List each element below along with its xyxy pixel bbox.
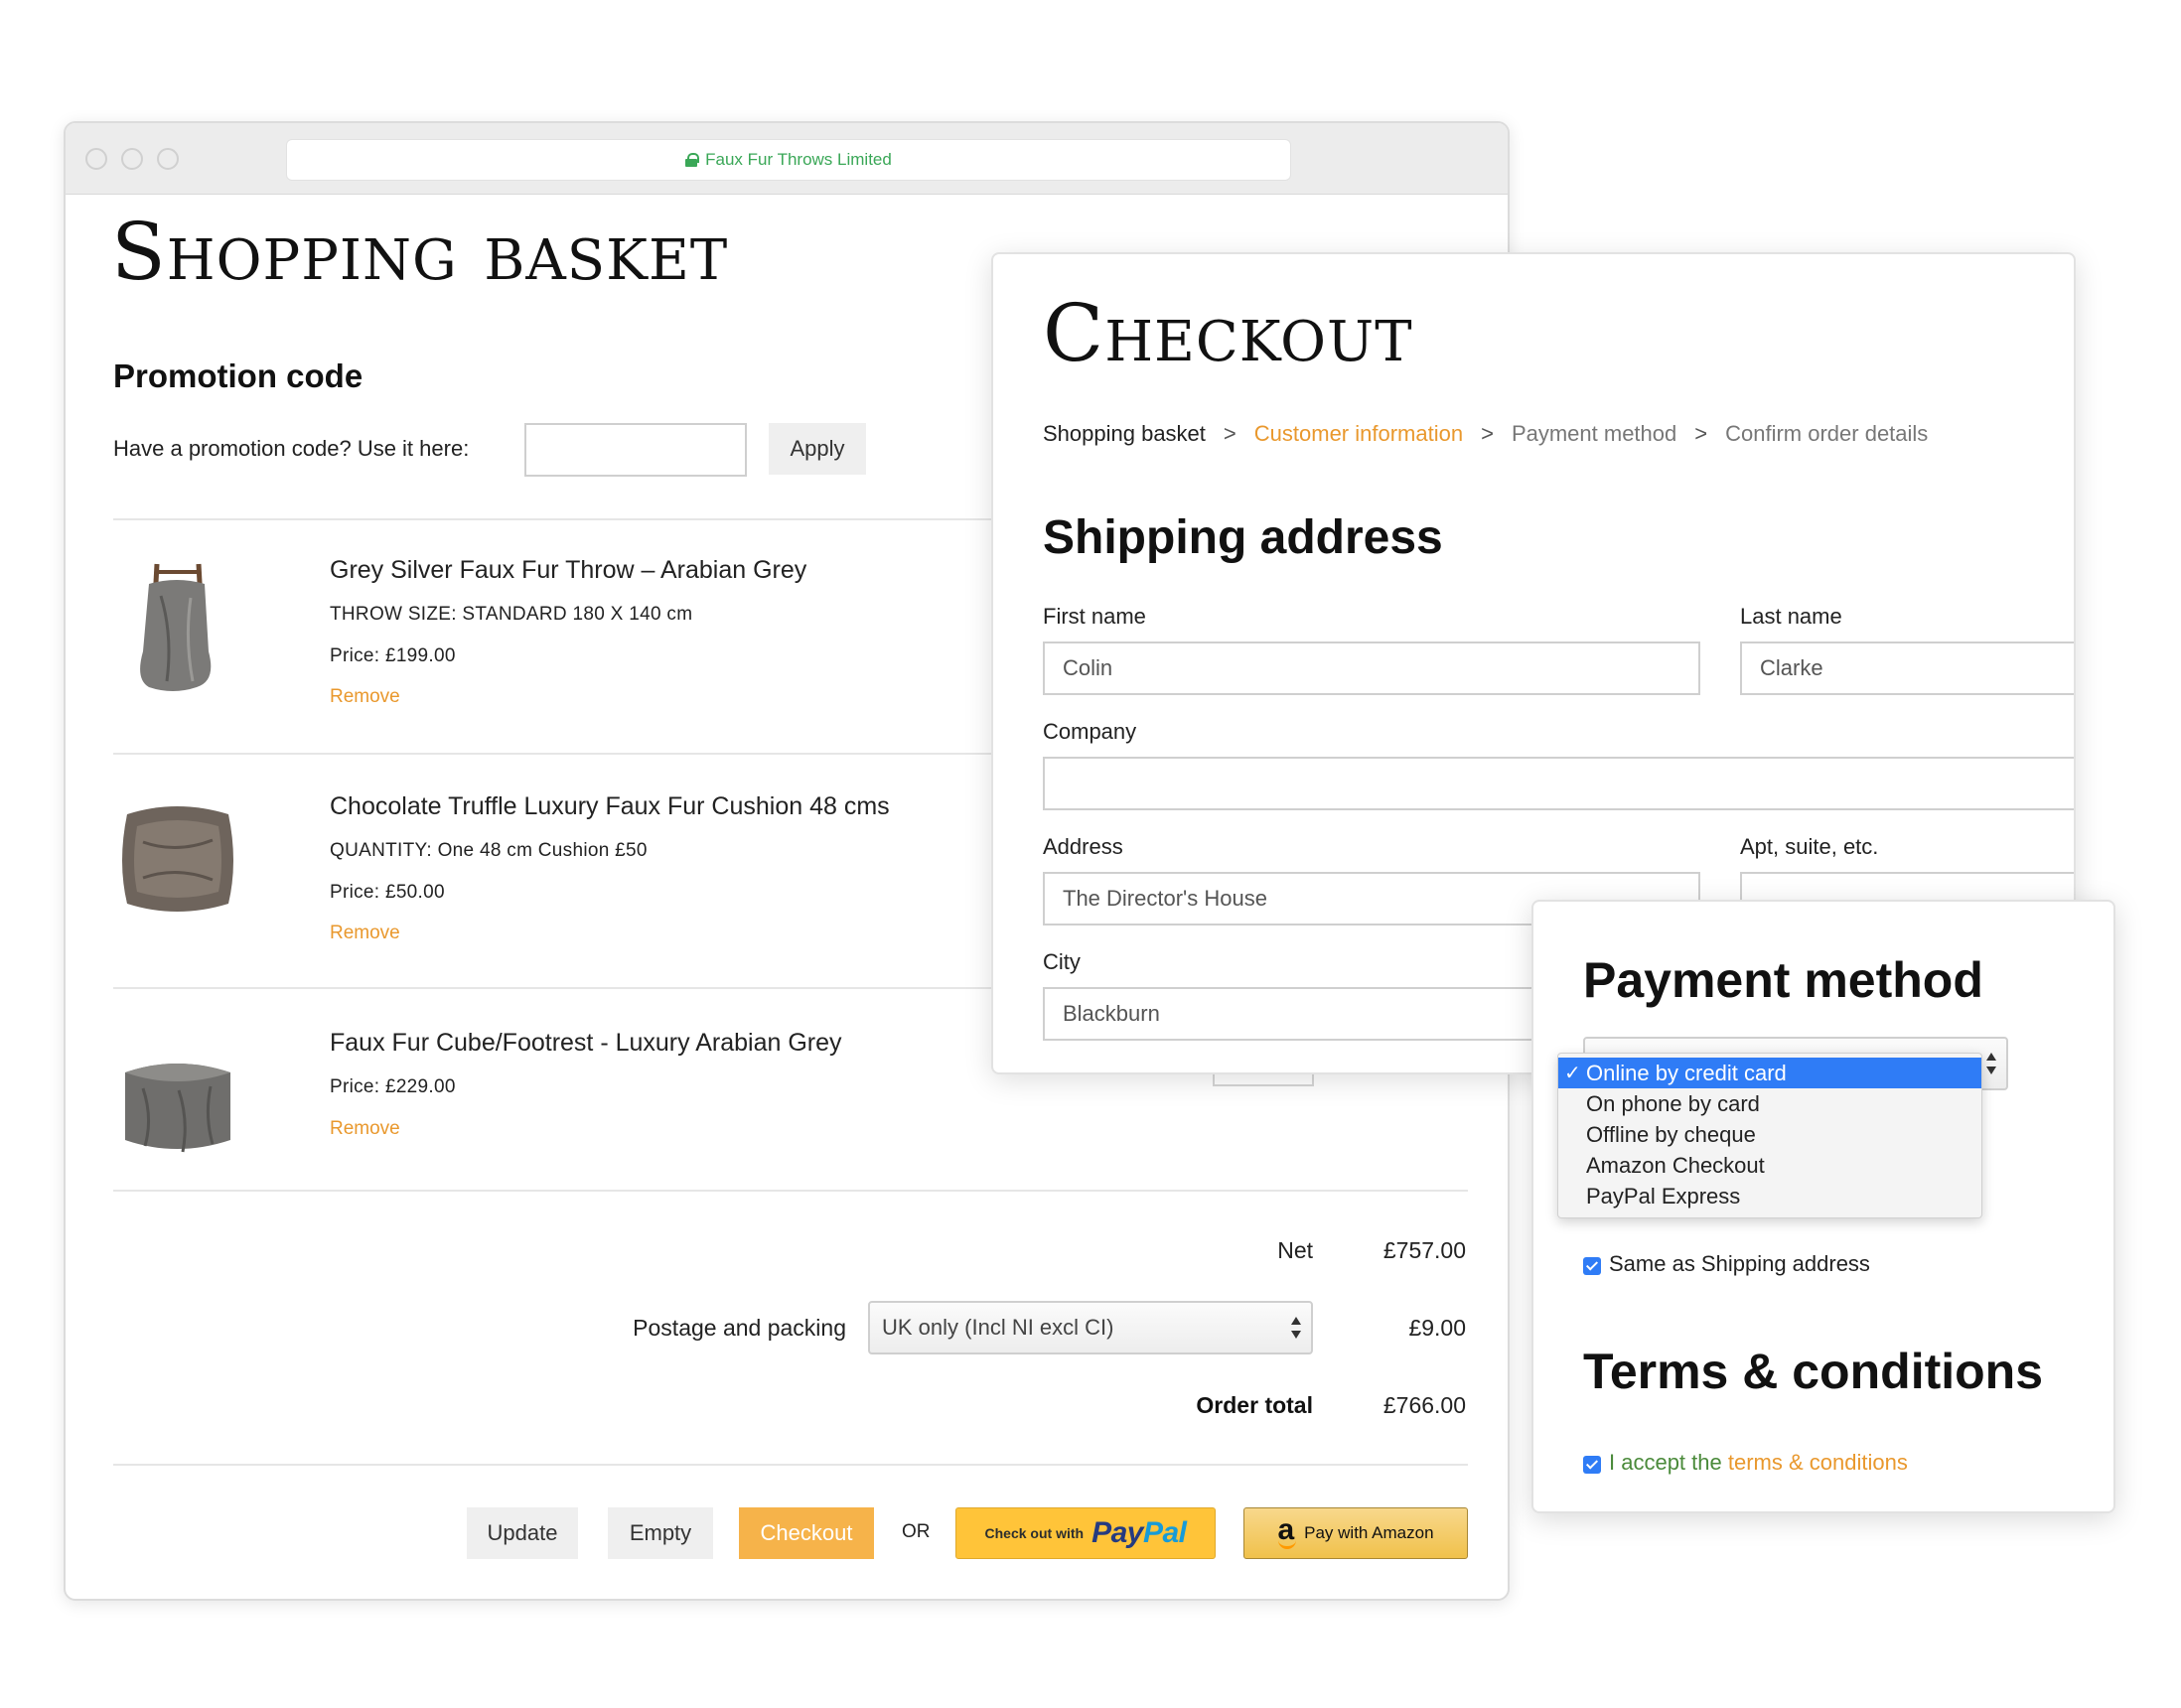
select-arrows-icon: [1291, 1317, 1301, 1339]
cushion-image: [122, 806, 233, 912]
basket-item: Faux Fur Cube/Footrest - Luxury Arabian …: [113, 1029, 1007, 1188]
postage-selected-option: UK only (Incl NI excl CI): [882, 1315, 1114, 1340]
promo-label: Have a promotion code? Use it here:: [113, 436, 470, 461]
window-close-control[interactable]: [85, 148, 107, 170]
last-name-field[interactable]: Clarke: [1740, 641, 2074, 695]
paypal-logo-pal: Pal: [1142, 1516, 1187, 1549]
same-as-shipping-checkbox[interactable]: [1583, 1257, 1601, 1275]
same-as-shipping-label: Same as Shipping address: [1609, 1251, 1870, 1276]
paypal-checkout-button[interactable]: Check out with PayPal: [955, 1507, 1216, 1559]
first-name-field[interactable]: Colin: [1043, 641, 1700, 695]
remove-item-link[interactable]: Remove: [330, 686, 400, 708]
address-bar[interactable]: Faux Fur Throws Limited: [286, 139, 1291, 181]
first-name-label: First name: [1043, 604, 1146, 629]
window-minimize-control[interactable]: [121, 148, 143, 170]
lock-icon: [685, 153, 700, 167]
order-total-value: £766.00: [1382, 1392, 1466, 1418]
remove-item-link[interactable]: Remove: [330, 1118, 400, 1140]
item-option: THROW SIZE: STANDARD 180 X 140 cm: [330, 604, 693, 625]
order-total-label: Order total: [1196, 1392, 1313, 1418]
item-price: Price: £229.00: [330, 1076, 456, 1097]
payment-option-credit-card[interactable]: ✓ Online by credit card: [1558, 1058, 1981, 1088]
selected-check-icon: ✓: [1564, 1063, 1581, 1084]
breadcrumb-separator: >: [1694, 421, 1708, 446]
paypal-logo-pay: Pay: [1091, 1516, 1143, 1549]
paypal-logo: PayPal: [1091, 1516, 1187, 1550]
net-label: Net: [1277, 1237, 1313, 1263]
breadcrumb-shopping-basket[interactable]: Shopping basket: [1043, 421, 1206, 447]
item-price: Price: £199.00: [330, 645, 456, 666]
apply-promo-button[interactable]: Apply: [769, 423, 866, 475]
page-title: Shopping basket: [111, 206, 729, 298]
basket-item: Grey Silver Faux Fur Throw – Arabian Gre…: [113, 556, 1007, 715]
window-zoom-control[interactable]: [157, 148, 179, 170]
breadcrumb-separator: >: [1223, 421, 1236, 446]
remove-item-link[interactable]: Remove: [330, 923, 400, 944]
amazon-pay-button[interactable]: a Pay with Amazon: [1243, 1507, 1468, 1559]
promo-code-input[interactable]: [524, 423, 747, 477]
checkout-title: Checkout: [1043, 287, 1413, 379]
company-label: Company: [1043, 719, 1137, 744]
address-label: Address: [1043, 834, 1123, 859]
payment-option-paypal[interactable]: PayPal Express: [1558, 1181, 1981, 1211]
site-title: Faux Fur Throws Limited: [705, 150, 892, 169]
payment-method-dropdown: ✓ Online by credit card On phone by card…: [1557, 1053, 1982, 1218]
payment-option-amazon[interactable]: Amazon Checkout: [1558, 1150, 1981, 1181]
or-label: OR: [902, 1521, 931, 1542]
browser-titlebar: Faux Fur Throws Limited: [66, 123, 1508, 195]
shipping-heading: Shipping address: [1043, 511, 1443, 564]
city-label: City: [1043, 949, 1081, 974]
throw-on-ladder-image: [140, 563, 212, 691]
accept-terms-prefix: I accept the: [1609, 1450, 1722, 1475]
last-name-label: Last name: [1740, 604, 1842, 629]
payment-panel: Payment method ✓ Online by credit card O…: [1531, 900, 2115, 1513]
payment-heading: Payment method: [1583, 952, 1983, 1008]
payment-option-label: PayPal Express: [1586, 1183, 1741, 1209]
payment-option-label: Offline by cheque: [1586, 1121, 1756, 1147]
amazon-icon: a: [1277, 1513, 1297, 1549]
item-name[interactable]: Grey Silver Faux Fur Throw – Arabian Gre…: [330, 556, 806, 585]
select-arrows-icon: [1986, 1053, 1996, 1074]
breadcrumb: Shopping basket > Customer information >…: [1043, 421, 1928, 447]
item-price: Price: £50.00: [330, 882, 445, 903]
payment-option-cheque[interactable]: Offline by cheque: [1558, 1119, 1981, 1150]
accept-terms-text: I accept the terms & conditions: [1609, 1450, 1908, 1476]
basket-item: Chocolate Truffle Luxury Faux Fur Cushio…: [113, 792, 1007, 951]
breadcrumb-payment-method[interactable]: Payment method: [1512, 421, 1676, 447]
terms-heading: Terms & conditions: [1583, 1344, 2044, 1399]
breadcrumb-separator: >: [1481, 421, 1494, 446]
payment-option-label: Online by credit card: [1586, 1060, 1787, 1085]
apt-label: Apt, suite, etc.: [1740, 834, 1879, 859]
item-name[interactable]: Faux Fur Cube/Footrest - Luxury Arabian …: [330, 1029, 842, 1058]
empty-button[interactable]: Empty: [608, 1507, 713, 1559]
payment-option-phone[interactable]: On phone by card: [1558, 1088, 1981, 1119]
checkout-button[interactable]: Checkout: [739, 1507, 874, 1559]
promo-heading: Promotion code: [113, 357, 364, 394]
amazon-pay-label: Pay with Amazon: [1304, 1523, 1434, 1542]
terms-link[interactable]: terms & conditions: [1728, 1450, 1908, 1475]
breadcrumb-customer-information[interactable]: Customer information: [1254, 421, 1463, 447]
net-value: £757.00: [1382, 1237, 1466, 1263]
footrest-cube-image: [125, 1064, 230, 1153]
divider: [113, 1464, 1468, 1466]
divider: [113, 1190, 1468, 1192]
item-option: QUANTITY: One 48 cm Cushion £50: [330, 840, 648, 861]
item-name[interactable]: Chocolate Truffle Luxury Faux Fur Cushio…: [330, 792, 890, 821]
paypal-caption: Check out with: [984, 1525, 1085, 1541]
company-field[interactable]: [1043, 757, 2074, 810]
payment-option-label: Amazon Checkout: [1586, 1152, 1765, 1178]
postage-value: £9.00: [1408, 1315, 1466, 1341]
postage-select[interactable]: UK only (Incl NI excl CI): [868, 1301, 1313, 1354]
update-button[interactable]: Update: [467, 1507, 578, 1559]
postage-label: Postage and packing: [633, 1315, 846, 1341]
accept-terms-checkbox[interactable]: [1583, 1456, 1601, 1474]
payment-option-label: On phone by card: [1586, 1090, 1760, 1116]
breadcrumb-confirm-order[interactable]: Confirm order details: [1725, 421, 1928, 447]
